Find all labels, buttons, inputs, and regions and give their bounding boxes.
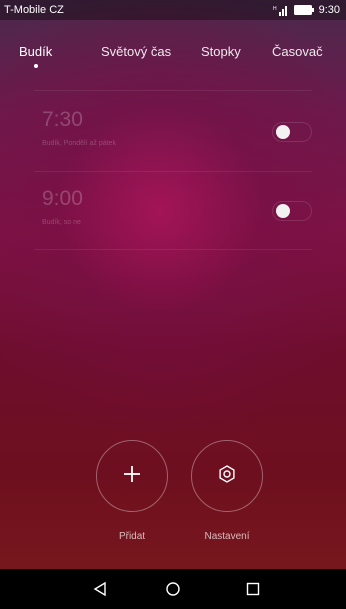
alarm-toggle[interactable] bbox=[272, 122, 312, 142]
add-alarm-button[interactable] bbox=[96, 440, 168, 512]
active-tab-indicator bbox=[33, 64, 38, 68]
tab-timer-label: Časovač bbox=[272, 44, 323, 59]
carrier-name: T-Mobile CZ bbox=[4, 4, 64, 16]
home-icon[interactable] bbox=[161, 577, 185, 601]
settings-button[interactable] bbox=[191, 440, 263, 512]
alarm-time: 9:00 bbox=[42, 187, 83, 210]
tab-alarm-label: Budík bbox=[19, 44, 53, 59]
svg-text:H: H bbox=[273, 6, 277, 12]
tab-world-clock-label: Světový čas bbox=[101, 44, 172, 59]
clock-app-screen: T-Mobile CZ H 9:30 Budík Světový čas Sto… bbox=[0, 0, 346, 609]
tab-timer[interactable]: Časovač bbox=[272, 44, 323, 59]
tab-stopwatch[interactable]: Stopky bbox=[201, 44, 241, 59]
divider bbox=[34, 171, 312, 172]
status-bar: T-Mobile CZ H 9:30 bbox=[0, 0, 346, 20]
alarm-item[interactable]: 7:30 Budík, Pondělí až pátek bbox=[34, 108, 312, 168]
tab-alarm[interactable]: Budík bbox=[19, 44, 53, 68]
battery-icon bbox=[293, 5, 314, 15]
settings-label: Nastavení bbox=[204, 531, 250, 542]
status-time: 9:30 bbox=[318, 4, 340, 16]
toggle-knob bbox=[276, 204, 290, 218]
signal-icon: H bbox=[273, 4, 289, 16]
alarm-description: Budík, so ne bbox=[42, 219, 81, 226]
recents-icon[interactable] bbox=[241, 577, 265, 601]
gear-icon bbox=[217, 464, 237, 489]
plus-icon bbox=[122, 464, 142, 489]
alarm-item[interactable]: 9:00 Budík, so ne bbox=[34, 187, 312, 247]
toggle-knob bbox=[276, 125, 290, 139]
navigation-bar bbox=[0, 569, 346, 609]
tab-bar: Budík Světový čas Stopky Časovač bbox=[0, 44, 346, 74]
tab-stopwatch-label: Stopky bbox=[201, 44, 241, 59]
alarm-description: Budík, Pondělí až pátek bbox=[42, 140, 116, 147]
divider bbox=[34, 90, 312, 91]
alarm-toggle[interactable] bbox=[272, 201, 312, 221]
divider bbox=[34, 249, 312, 250]
alarm-time: 7:30 bbox=[42, 108, 83, 131]
add-alarm-label: Přidat bbox=[118, 531, 146, 542]
tab-world-clock[interactable]: Světový čas bbox=[101, 44, 171, 59]
back-icon[interactable] bbox=[88, 577, 112, 601]
status-icons: H 9:30 bbox=[273, 4, 340, 16]
